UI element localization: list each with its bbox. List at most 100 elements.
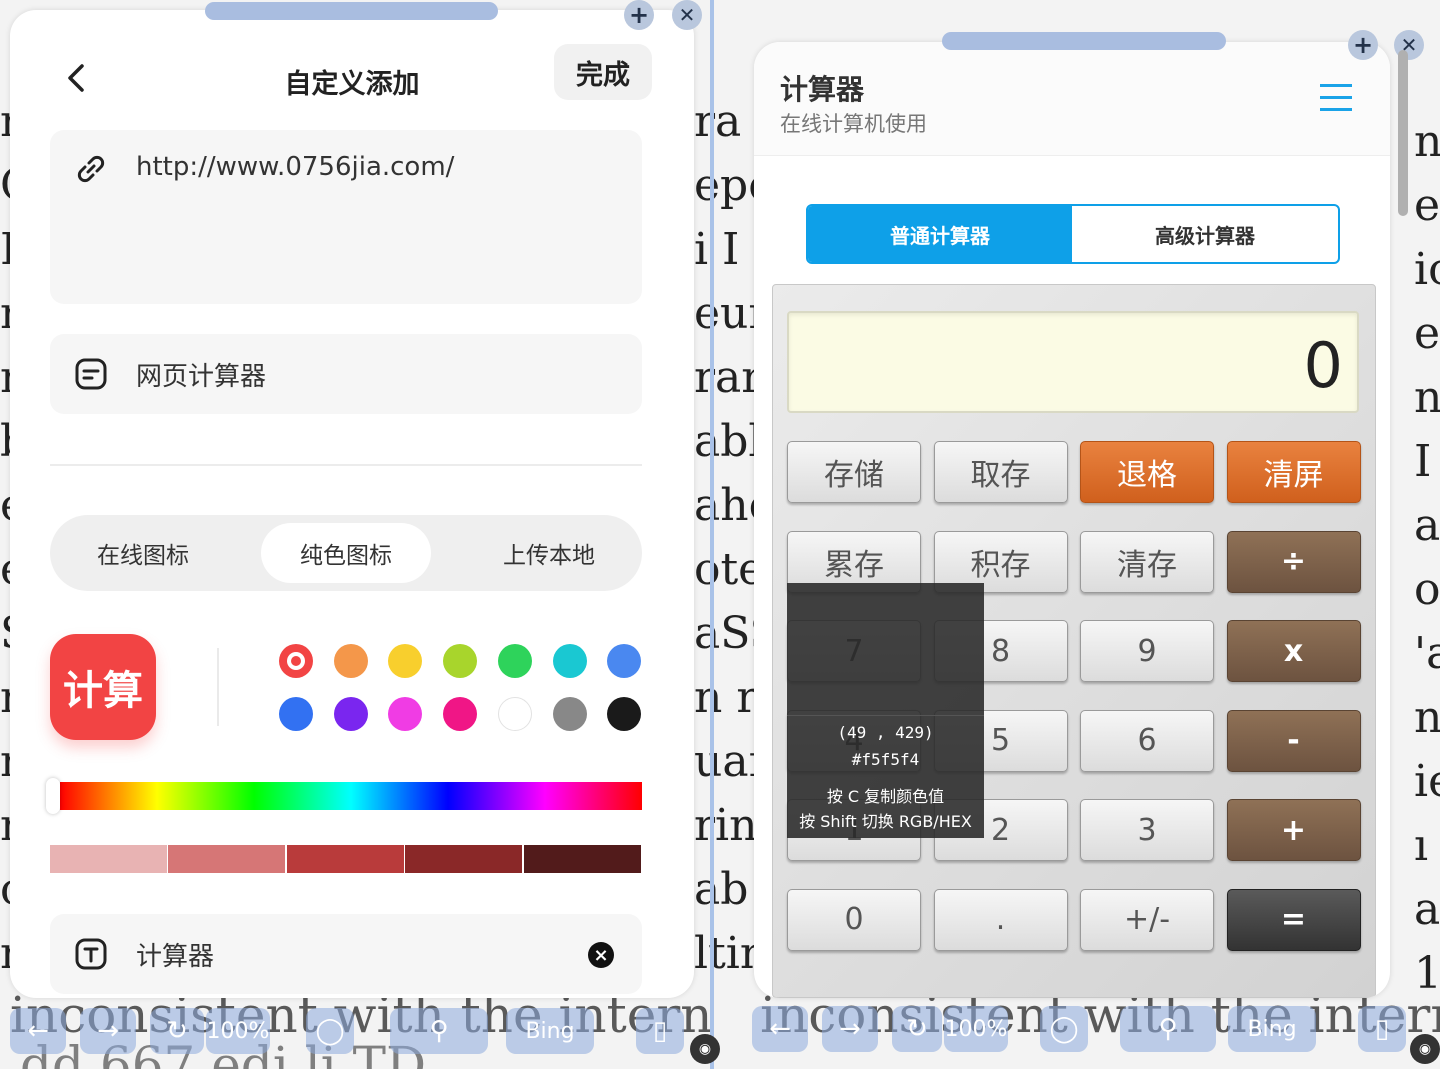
search-button[interactable]: ⚲	[390, 1008, 488, 1054]
left-add-button[interactable]: +	[624, 0, 654, 30]
calc-key[interactable]: 0	[787, 888, 921, 951]
calc-key[interactable]: 清存	[1080, 530, 1214, 593]
hue-slider-thumb[interactable]	[46, 778, 60, 814]
assistant-icon-right[interactable]: ◉	[1410, 1034, 1440, 1064]
hue-slider[interactable]	[60, 782, 642, 810]
right-panel-drag-handle[interactable]	[942, 32, 1226, 50]
display-value: 0	[1303, 329, 1343, 402]
calculator-header: 计算器 在线计算机使用	[754, 42, 1390, 156]
calc-key[interactable]: =	[1226, 888, 1361, 951]
color-picker-overlay: (49 , 429) #f5f5f4 按 C 复制颜色值 按 Shift 切换 …	[787, 583, 984, 838]
color-swatch[interactable]	[333, 644, 368, 678]
shade-swatch[interactable]	[168, 845, 286, 873]
title-input[interactable]: 计算器	[50, 914, 642, 994]
calc-key[interactable]: 退格	[1080, 441, 1214, 503]
color-swatch[interactable]	[279, 697, 313, 731]
color-swatch[interactable]	[497, 644, 532, 678]
tab-basic-calculator[interactable]: 普通计算器	[808, 206, 1072, 262]
panel-splitter[interactable]	[710, 0, 714, 1069]
search-engine-button[interactable]: Bing	[506, 1008, 594, 1054]
calc-key[interactable]: x	[1226, 620, 1361, 682]
calculator-panel: 计算器 在线计算机使用 普通计算器 高级计算器 0 存储 取存 退格 清屏 累存 积存 清存…	[754, 42, 1390, 998]
title-value: 计算器	[136, 942, 215, 972]
forward-nav-button-right[interactable]: →	[822, 1006, 878, 1052]
back-button[interactable]	[62, 58, 92, 98]
search-engine-button-right[interactable]: Bing	[1228, 1006, 1316, 1052]
color-swatch[interactable]	[333, 697, 368, 731]
page-title: 自定义添加	[284, 69, 420, 100]
calc-key[interactable]: 9	[1080, 620, 1214, 682]
right-add-button[interactable]: +	[1348, 30, 1378, 60]
sidebar-toggle-button-right[interactable]: ▯	[1358, 1006, 1406, 1052]
calculator-display: 0	[787, 311, 1359, 413]
calc-key[interactable]: +	[1226, 799, 1361, 861]
search-button-right[interactable]: ⚲	[1120, 1006, 1216, 1052]
color-swatch[interactable]	[607, 697, 642, 731]
color-picker-hint-switch: 按 Shift 切换 RGB/HEX	[799, 812, 972, 831]
name-value: 网页计算器	[136, 362, 267, 392]
calc-key[interactable]: 3	[1080, 799, 1214, 861]
done-button[interactable]: 完成	[554, 44, 652, 100]
left-close-button[interactable]: ✕	[672, 0, 702, 30]
color-picker-magnifier	[787, 583, 984, 716]
arrow-left-icon: ←	[27, 1016, 49, 1046]
shade-swatch[interactable]	[286, 845, 404, 873]
home-button-right[interactable]: ◯	[1040, 1006, 1088, 1052]
home-button[interactable]: ◯	[306, 1008, 354, 1054]
search-icon: ⚲	[429, 1016, 449, 1046]
tab-upload-local[interactable]: 上传本地	[464, 523, 634, 583]
left-panel-drag-handle[interactable]	[205, 2, 498, 20]
calc-key[interactable]: .	[933, 888, 1068, 951]
calc-key[interactable]: 6	[1080, 709, 1214, 772]
refresh-button-right[interactable]: ↻	[892, 1006, 942, 1052]
tab-online-icon[interactable]: 在线图标	[58, 523, 228, 583]
color-swatch[interactable]	[607, 644, 642, 678]
calc-key[interactable]: ÷	[1226, 530, 1361, 593]
chevron-left-icon	[68, 64, 84, 92]
shade-swatch[interactable]	[50, 845, 167, 873]
calc-key[interactable]: 存储	[787, 441, 921, 503]
shade-swatch[interactable]	[405, 845, 523, 873]
color-swatch[interactable]	[388, 644, 423, 678]
circle-icon: ◯	[1049, 1014, 1079, 1044]
link-icon	[77, 155, 105, 183]
name-input[interactable]: 网页计算器	[50, 334, 642, 414]
zoom-level[interactable]: 100%	[206, 1008, 270, 1054]
refresh-button[interactable]: ↻	[150, 1008, 204, 1054]
clear-title-button[interactable]: ×	[588, 942, 614, 968]
color-swatch[interactable]	[279, 644, 313, 678]
back-nav-button-right[interactable]: ←	[752, 1006, 808, 1052]
plus-icon: +	[628, 1, 650, 29]
right-scrollbar[interactable]	[1398, 50, 1408, 216]
custom-add-panel: 自定义添加 完成 http://www.0756jia.com/ 网页计算器 在…	[10, 10, 694, 998]
note-icon	[75, 358, 107, 390]
assistant-icon[interactable]: ◉	[690, 1034, 720, 1064]
color-swatch[interactable]	[443, 644, 478, 678]
color-swatch[interactable]	[552, 644, 587, 678]
zoom-level-right[interactable]: 100%	[944, 1006, 1008, 1052]
background-page-text-middle: raepoi IeurrarablahcoteaSSn ruarrinablti…	[694, 96, 754, 979]
menu-icon[interactable]	[1320, 84, 1352, 112]
calc-key[interactable]: 清屏	[1226, 441, 1361, 503]
url-value: http://www.0756jia.com/	[136, 152, 455, 182]
color-swatch[interactable]	[443, 697, 478, 731]
text-icon	[75, 938, 107, 970]
calc-key[interactable]: -	[1226, 709, 1361, 772]
color-swatch[interactable]	[388, 697, 423, 731]
sidebar-icon: ▯	[1374, 1014, 1390, 1044]
tab-advanced-calculator[interactable]: 高级计算器	[1072, 206, 1338, 262]
url-input[interactable]: http://www.0756jia.com/	[50, 130, 642, 304]
forward-nav-button[interactable]: →	[80, 1008, 136, 1054]
plus-icon: +	[1352, 31, 1374, 59]
color-picker-coordinates: (49 , 429)	[837, 723, 934, 742]
color-swatch[interactable]	[552, 697, 587, 731]
calc-key[interactable]: +/-	[1080, 888, 1214, 951]
sidebar-toggle-button[interactable]: ▯	[636, 1008, 684, 1054]
shade-swatch[interactable]	[523, 845, 641, 873]
background-page-text-right: nelicenIaos'anieıa19	[1414, 116, 1440, 999]
color-swatch[interactable]	[497, 697, 532, 731]
tab-solid-icon[interactable]: 纯色图标	[261, 523, 431, 583]
back-nav-button[interactable]: ←	[10, 1008, 66, 1054]
calc-key[interactable]: 取存	[933, 441, 1068, 503]
divider-vertical	[217, 648, 219, 726]
